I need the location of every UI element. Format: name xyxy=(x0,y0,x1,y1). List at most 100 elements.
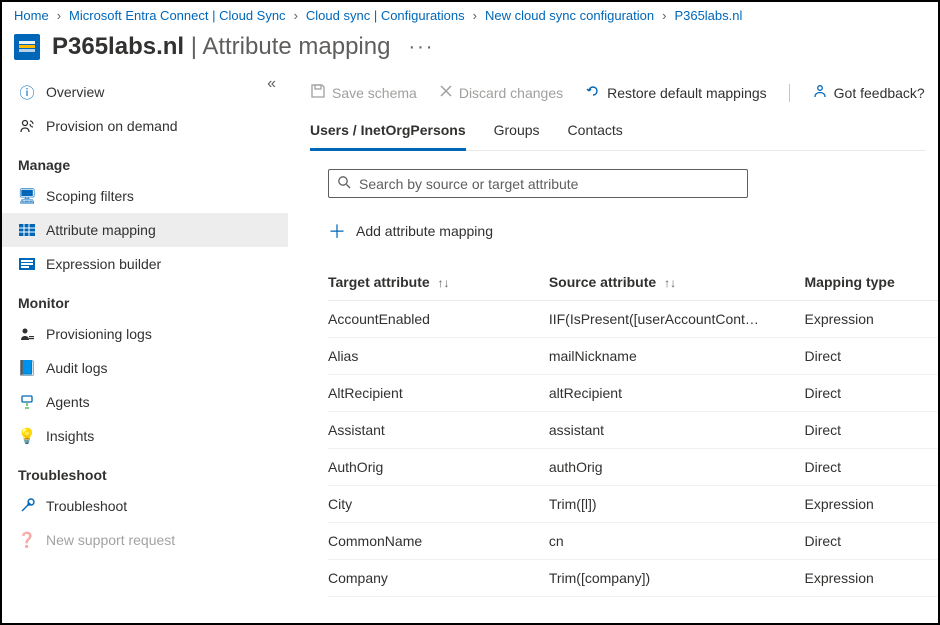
sidebar-item-scoping-filters[interactable]: 🖥 Scoping filters xyxy=(2,179,288,213)
book-icon: 📘 xyxy=(18,359,36,377)
discard-changes-button[interactable]: Discard changes xyxy=(439,84,563,101)
page-header: P365labs.nl | Attribute mapping ··· xyxy=(2,29,938,69)
table-row[interactable]: CityTrim([l])Expression xyxy=(328,486,938,523)
cell-target: AccountEnabled xyxy=(328,301,549,338)
sidebar-item-agents[interactable]: Agents xyxy=(2,385,288,419)
sidebar-item-overview[interactable]: ⓘ Overview xyxy=(2,75,288,109)
cell-type: Direct xyxy=(805,523,938,560)
button-label: Discard changes xyxy=(459,85,563,101)
support-icon: ❓ xyxy=(18,531,36,549)
sidebar-item-label: Overview xyxy=(46,84,104,100)
toolbar-divider xyxy=(789,84,790,102)
cell-source: Trim([company]) xyxy=(549,560,805,597)
button-label: Add attribute mapping xyxy=(356,223,493,239)
more-button[interactable]: ··· xyxy=(408,36,434,59)
sort-icon[interactable]: ↑↓ xyxy=(438,276,450,290)
page-title-main: P365labs.nl xyxy=(52,33,184,60)
restore-default-mappings-button[interactable]: Restore default mappings xyxy=(585,83,767,102)
cell-source: authOrig xyxy=(549,449,805,486)
cell-source: mailNickname xyxy=(549,338,805,375)
page-title-sub: Attribute mapping xyxy=(202,33,390,60)
sidebar-item-label: Attribute mapping xyxy=(46,222,156,238)
cell-target: AltRecipient xyxy=(328,375,549,412)
tabs: Users / InetOrgPersons Groups Contacts xyxy=(310,116,926,151)
cell-type: Direct xyxy=(805,338,938,375)
sidebar-item-label: Troubleshoot xyxy=(46,498,127,514)
cell-type: Direct xyxy=(805,449,938,486)
sidebar-group-troubleshoot: Troubleshoot xyxy=(2,453,288,489)
tab-contacts[interactable]: Contacts xyxy=(568,116,623,150)
wrench-icon xyxy=(18,497,36,515)
crumb-new-config[interactable]: New cloud sync configuration xyxy=(485,8,654,23)
crumb-p365labs[interactable]: P365labs.nl xyxy=(674,8,742,23)
collapse-sidebar-button[interactable]: « xyxy=(267,75,276,93)
sidebar: « ⓘ Overview Provision on demand Manage … xyxy=(2,69,288,612)
chevron-right-icon: › xyxy=(473,8,477,23)
cell-target: Alias xyxy=(328,338,549,375)
toolbar: Save schema Discard changes Restore defa… xyxy=(310,75,926,116)
lightbulb-icon: 💡 xyxy=(18,427,36,445)
save-schema-button[interactable]: Save schema xyxy=(310,83,417,102)
crumb-configurations[interactable]: Cloud sync | Configurations xyxy=(306,8,465,23)
plus-icon: ＋ xyxy=(328,218,346,244)
monitor-icon: 🖥 xyxy=(18,187,36,205)
crumb-home[interactable]: Home xyxy=(14,8,49,23)
tab-groups[interactable]: Groups xyxy=(494,116,540,150)
sidebar-item-label: New support request xyxy=(46,532,175,548)
got-feedback-button[interactable]: Got feedback? xyxy=(812,83,925,102)
breadcrumb: Home › Microsoft Entra Connect | Cloud S… xyxy=(2,2,938,29)
agent-icon xyxy=(18,393,36,411)
button-label: Save schema xyxy=(332,85,417,101)
add-attribute-mapping-button[interactable]: ＋ Add attribute mapping xyxy=(328,218,493,244)
column-header-target[interactable]: Target attribute ↑↓ xyxy=(328,266,549,301)
sidebar-item-provision-on-demand[interactable]: Provision on demand xyxy=(2,109,288,143)
search-box[interactable] xyxy=(328,169,748,198)
sidebar-item-label: Insights xyxy=(46,428,94,444)
feedback-icon xyxy=(812,83,828,102)
grid-icon xyxy=(18,221,36,239)
sidebar-item-expression-builder[interactable]: Expression builder xyxy=(2,247,288,281)
restore-icon xyxy=(585,83,601,102)
main-content: Save schema Discard changes Restore defa… xyxy=(288,69,938,612)
info-icon: ⓘ xyxy=(18,83,36,101)
cell-target: CommonName xyxy=(328,523,549,560)
sidebar-item-label: Provision on demand xyxy=(46,118,178,134)
sidebar-item-attribute-mapping[interactable]: Attribute mapping xyxy=(2,213,288,247)
sidebar-item-audit-logs[interactable]: 📘 Audit logs xyxy=(2,351,288,385)
page-title: P365labs.nl | Attribute mapping xyxy=(52,33,390,61)
cell-target: AuthOrig xyxy=(328,449,549,486)
tab-users-inetorgpersons[interactable]: Users / InetOrgPersons xyxy=(310,116,466,151)
sidebar-item-insights[interactable]: 💡 Insights xyxy=(2,419,288,453)
person-log-icon xyxy=(18,325,36,343)
table-row[interactable]: AssistantassistantDirect xyxy=(328,412,938,449)
table-row[interactable]: AccountEnabledIIF(IsPresent([userAccount… xyxy=(328,301,938,338)
table-row[interactable]: AliasmailNicknameDirect xyxy=(328,338,938,375)
cell-target: City xyxy=(328,486,549,523)
table-row[interactable]: AuthOrigauthOrigDirect xyxy=(328,449,938,486)
cell-type: Expression xyxy=(805,560,938,597)
chevron-right-icon: › xyxy=(662,8,666,23)
expression-icon xyxy=(18,255,36,273)
person-sync-icon xyxy=(18,117,36,135)
table-row[interactable]: CommonNamecnDirect xyxy=(328,523,938,560)
chevron-right-icon: › xyxy=(294,8,298,23)
sidebar-item-label: Agents xyxy=(46,394,90,410)
column-label: Mapping type xyxy=(805,274,895,290)
sort-icon[interactable]: ↑↓ xyxy=(664,276,676,290)
cell-type: Direct xyxy=(805,412,938,449)
crumb-entra-connect[interactable]: Microsoft Entra Connect | Cloud Sync xyxy=(69,8,286,23)
column-header-type[interactable]: Mapping type xyxy=(805,266,938,301)
column-header-source[interactable]: Source attribute ↑↓ xyxy=(549,266,805,301)
search-input[interactable] xyxy=(359,176,739,192)
cell-type: Expression xyxy=(805,486,938,523)
table-row[interactable]: AltRecipientaltRecipientDirect xyxy=(328,375,938,412)
cell-target: Assistant xyxy=(328,412,549,449)
sidebar-item-troubleshoot[interactable]: Troubleshoot xyxy=(2,489,288,523)
table-row[interactable]: CompanyTrim([company])Expression xyxy=(328,560,938,597)
cell-source: Trim([l]) xyxy=(549,486,805,523)
sidebar-item-new-support-request[interactable]: ❓ New support request xyxy=(2,523,288,557)
sidebar-item-provisioning-logs[interactable]: Provisioning logs xyxy=(2,317,288,351)
cell-source: altRecipient xyxy=(549,375,805,412)
cell-source: cn xyxy=(549,523,805,560)
cell-source: assistant xyxy=(549,412,805,449)
